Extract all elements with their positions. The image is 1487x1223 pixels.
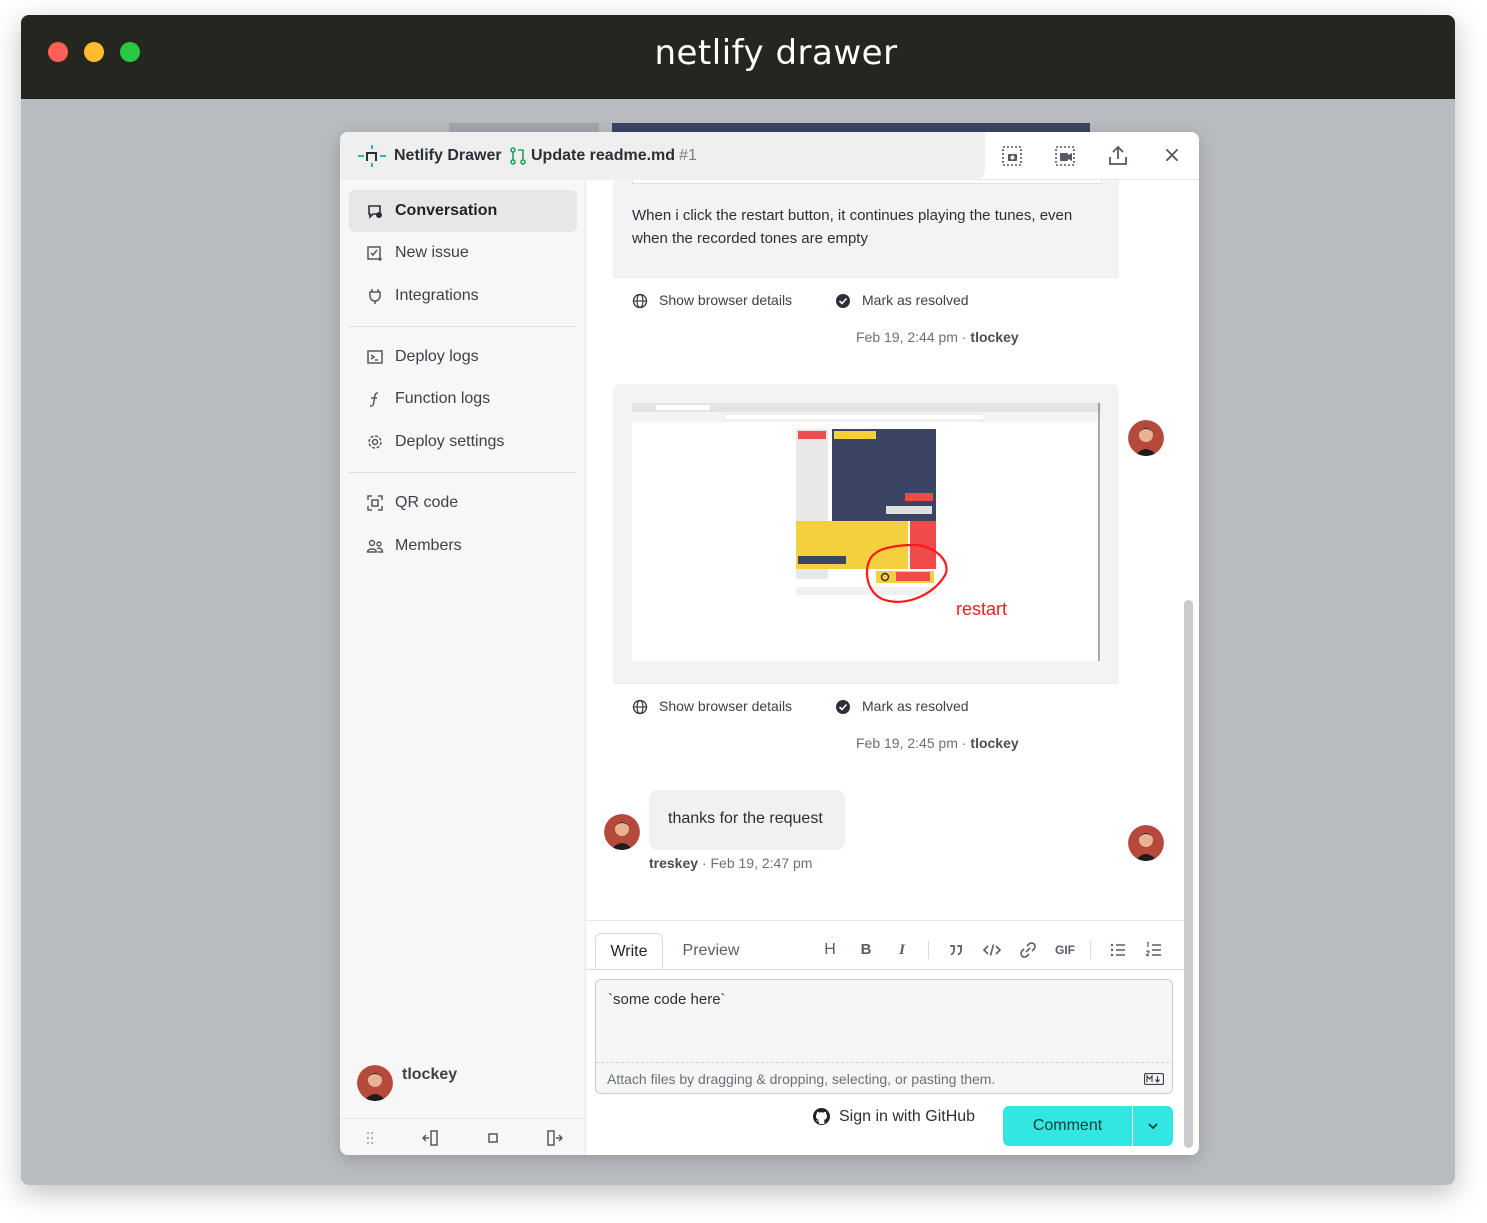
toolbar-separator (1090, 941, 1091, 959)
toolbar-separator (928, 941, 929, 959)
tab-write[interactable]: Write (595, 933, 663, 970)
header-title-bar: Netlify Drawer Update readme.md #1 (340, 132, 985, 180)
screenshot-icon[interactable] (1000, 144, 1024, 168)
gif-button[interactable]: GIF (1053, 939, 1077, 961)
function-icon (369, 392, 379, 407)
sidebar-item-integrations[interactable]: Integrations (349, 275, 577, 317)
comment-textarea[interactable]: `some code here` Attach files by draggin… (595, 979, 1173, 1094)
sidebar-item-function-logs[interactable]: Function logs (349, 378, 577, 420)
qr-icon (367, 495, 383, 511)
sidebar-item-new-issue[interactable]: New issue (349, 232, 577, 274)
tab-divider (586, 969, 1184, 970)
sidebar-item-conversation[interactable]: Conversation (349, 190, 577, 232)
feedback-text: When i click the restart button, it cont… (632, 207, 1073, 247)
screenshot-thumbnail[interactable]: restart (632, 403, 1101, 661)
close-icon[interactable]: × (1162, 144, 1182, 168)
comment-button[interactable]: Comment (1003, 1106, 1132, 1146)
feedback-card: When i click the restart button, it cont… (613, 180, 1119, 323)
gear-icon (368, 435, 382, 449)
chat-icon (368, 205, 382, 219)
card-actions: Show browser details Mark as resolved (613, 277, 1119, 323)
pull-request-title[interactable]: Update readme.md #1 (531, 147, 697, 165)
conversation-panel: When i click the restart button, it cont… (586, 180, 1199, 1155)
avatar[interactable] (357, 1065, 393, 1101)
sidebar-item-label: Deploy logs (395, 348, 479, 365)
sidebar-footer (340, 1118, 586, 1155)
drag-handle-icon[interactable] (361, 1129, 379, 1147)
numbered-list-icon[interactable] (1143, 939, 1165, 961)
window-title: netlify drawer (654, 33, 898, 73)
message-meta: treskey · Feb 19, 2:47 pm (649, 855, 813, 871)
github-icon (813, 1108, 830, 1125)
float-icon[interactable] (484, 1129, 502, 1147)
current-user-name: tlockey (402, 1066, 458, 1083)
terminal-icon (367, 350, 383, 364)
message-meta: Feb 19, 2:45 pm · tlockey (856, 735, 1019, 751)
attach-files-hint[interactable]: Attach files by dragging & dropping, sel… (596, 1062, 1172, 1093)
avatar[interactable] (604, 814, 640, 850)
link-icon[interactable] (1017, 939, 1039, 961)
markdown-icon (1144, 1073, 1164, 1085)
new-issue-icon (367, 246, 382, 261)
globe-icon (632, 699, 648, 715)
bold-button[interactable]: B (855, 939, 877, 961)
sidebar-item-label: Function logs (395, 390, 491, 407)
bullet-list-icon[interactable] (1107, 939, 1129, 961)
comment-textarea-value: `some code here` (608, 991, 726, 1008)
sidebar-item-label: Conversation (395, 202, 498, 219)
check-circle-icon (836, 294, 850, 308)
window-titlebar: netlify drawer (21, 15, 1455, 99)
comment-options-button[interactable] (1133, 1106, 1173, 1146)
sidebar-item-label: Deploy settings (395, 433, 505, 450)
sidebar-item-deploy-logs[interactable]: Deploy logs (349, 336, 577, 378)
sidebar-item-deploy-settings[interactable]: Deploy settings (349, 421, 577, 463)
netlify-logo-icon (358, 145, 386, 167)
drawer-header: Netlify Drawer Update readme.md #1 × (340, 132, 1199, 180)
sidebar-item-label: QR code (395, 494, 459, 511)
sidebar-item-qr-code[interactable]: QR code (349, 482, 577, 524)
scrollbar[interactable] (1184, 600, 1193, 1148)
avatar[interactable] (1128, 825, 1164, 861)
drawer-brand: Netlify Drawer (394, 147, 502, 164)
dock-right-icon[interactable] (545, 1129, 563, 1147)
avatar[interactable] (1128, 420, 1164, 456)
share-icon[interactable] (1106, 144, 1130, 168)
tab-preview[interactable]: Preview (668, 933, 754, 970)
screenshot-thumbnail[interactable] (632, 180, 1102, 184)
sidebar: Conversation New issue Integrations Depl… (340, 180, 586, 1155)
quote-icon[interactable] (945, 939, 967, 961)
pull-request-icon (510, 147, 526, 165)
sidebar-divider (349, 326, 577, 327)
feedback-card: restart Show browser details Mark as res… (613, 384, 1119, 729)
sidebar-item-label: Integrations (395, 287, 479, 304)
sidebar-item-label: New issue (395, 244, 469, 261)
code-icon[interactable] (981, 939, 1003, 961)
sidebar-item-members[interactable]: Members (349, 525, 577, 567)
chevron-down-icon (1148, 1123, 1158, 1130)
netlify-drawer: Netlify Drawer Update readme.md #1 × Con… (340, 132, 1199, 1155)
globe-icon (632, 293, 648, 309)
message-meta: Feb 19, 2:44 pm · tlockey (856, 329, 1019, 345)
plug-icon (369, 289, 381, 304)
members-icon (366, 539, 384, 553)
sidebar-divider (349, 472, 577, 473)
dock-left-icon[interactable] (422, 1129, 440, 1147)
card-actions: Show browser details Mark as resolved (613, 683, 1119, 729)
reply-message: thanks for the request (649, 790, 845, 850)
italic-button[interactable]: I (891, 939, 913, 961)
comment-composer: Write Preview H B I GIF `some code here`… (586, 920, 1184, 1155)
screenshot-annotation: restart (956, 599, 1007, 619)
check-circle-icon (836, 700, 850, 714)
record-icon[interactable] (1053, 144, 1077, 168)
sidebar-item-label: Members (395, 537, 462, 554)
heading-button[interactable]: H (819, 939, 841, 961)
